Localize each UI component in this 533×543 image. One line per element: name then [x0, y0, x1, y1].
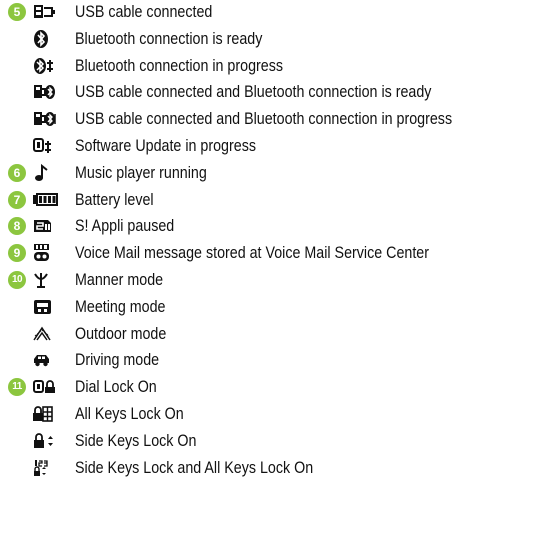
number-badge: 10 — [8, 270, 26, 289]
status-icon-list: 5 USB cable connected Bluetooth connecti… — [0, 0, 533, 482]
number-badge: 11 — [8, 378, 26, 397]
list-item: 6 Music player running — [0, 161, 533, 188]
list-item: Side Keys Lock On — [0, 429, 533, 456]
bluetooth-ready-icon — [32, 29, 62, 49]
number-badge: 7 — [8, 190, 26, 209]
list-item-label: All Keys Lock On — [75, 403, 184, 423]
software-update-icon — [32, 136, 62, 156]
music-note-icon — [32, 163, 62, 183]
list-item-label: Dial Lock On — [75, 377, 157, 397]
number-badge: 8 — [8, 217, 26, 236]
all-keys-lock-icon — [32, 404, 62, 424]
list-item-label: Side Keys Lock On — [75, 430, 197, 450]
list-item-label: Bluetooth connection is ready — [75, 28, 263, 48]
usb-cable-icon — [32, 2, 62, 22]
list-item-label: USB cable connected and Bluetooth connec… — [75, 109, 453, 129]
list-item-label: Voice Mail message stored at Voice Mail … — [75, 243, 429, 263]
list-item-label: Bluetooth connection in progress — [75, 55, 283, 75]
list-item-label: Manner mode — [75, 269, 164, 289]
usb-bluetooth-progress-icon — [32, 109, 62, 129]
list-item: Driving mode — [0, 348, 533, 375]
manner-mode-icon — [32, 270, 62, 290]
usb-bluetooth-ready-icon — [32, 82, 62, 102]
side-and-all-keys-lock-icon — [32, 458, 62, 478]
list-item: Bluetooth connection in progress — [0, 54, 533, 81]
number-badge: 9 — [8, 244, 26, 263]
list-item-label: Driving mode — [75, 350, 160, 370]
number-badge: 6 — [8, 163, 26, 182]
list-item: USB cable connected and Bluetooth connec… — [0, 80, 533, 107]
side-keys-lock-icon — [32, 431, 62, 451]
list-item: All Keys Lock On — [0, 402, 533, 429]
list-item-label: Side Keys Lock and All Keys Lock On — [75, 457, 314, 477]
list-item-label: USB cable connected — [75, 2, 213, 21]
voice-mail-icon — [32, 243, 62, 263]
list-item: 7 Battery level — [0, 188, 533, 215]
dial-lock-icon — [32, 377, 62, 397]
list-item-label: Software Update in progress — [75, 135, 256, 155]
sappli-paused-icon — [32, 216, 62, 236]
list-item: USB cable connected and Bluetooth connec… — [0, 107, 533, 134]
list-item: 5 USB cable connected — [0, 0, 533, 27]
list-item: Software Update in progress — [0, 134, 533, 161]
list-item-label: Music player running — [75, 162, 207, 182]
list-item-label: Outdoor mode — [75, 323, 167, 343]
list-item: Outdoor mode — [0, 322, 533, 349]
list-item-label: S! Appli paused — [75, 216, 175, 236]
list-item: Meeting mode — [0, 295, 533, 322]
list-item-label: Battery level — [75, 189, 154, 209]
list-item: Bluetooth connection is ready — [0, 27, 533, 54]
list-item-label: Meeting mode — [75, 296, 166, 316]
driving-mode-icon — [32, 350, 62, 370]
list-item: 8 S! Appli paused — [0, 214, 533, 241]
list-item: 9 Voice Mail message stored at Voice Mai… — [0, 241, 533, 268]
number-badge: 5 — [8, 3, 26, 21]
bluetooth-progress-icon — [32, 56, 62, 76]
battery-icon — [32, 190, 62, 210]
outdoor-mode-icon — [32, 324, 62, 344]
list-item-label: USB cable connected and Bluetooth connec… — [75, 82, 432, 102]
list-item: 10 Manner mode — [0, 268, 533, 295]
list-item: Side Keys Lock and All Keys Lock On — [0, 456, 533, 483]
list-item: 11 Dial Lock On — [0, 375, 533, 402]
meeting-mode-icon — [32, 297, 62, 317]
